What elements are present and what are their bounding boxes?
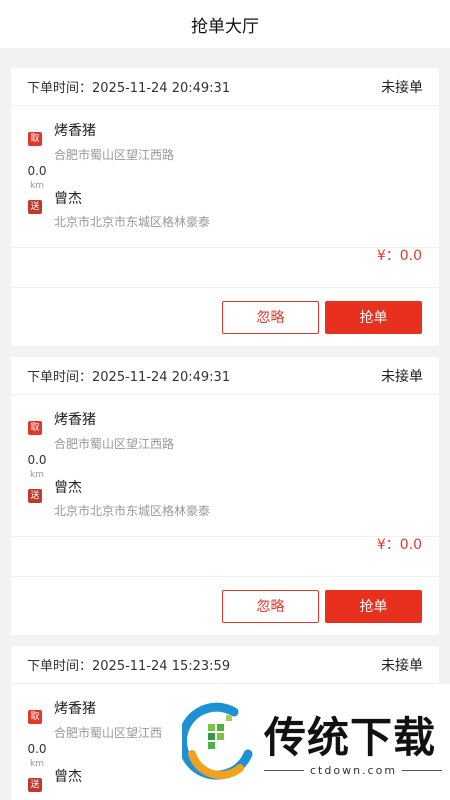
delivery-address: 北京市北京市东城区格林豪泰 (54, 215, 211, 229)
order-header: 下单时间：2025-11-24 15:23:59 未接单 (11, 646, 439, 684)
delivery-name: 曾杰 (54, 191, 82, 207)
page-title: 抢单大厅 (191, 16, 259, 37)
distance-value: 0.0 (27, 164, 47, 178)
pickup-name: 烤香猪 (54, 412, 96, 428)
order-card: 下单时间：2025-11-24 20:49:31 未接单 取 0.0 km 送 … (11, 68, 439, 346)
pickup-tag: 取 (28, 421, 42, 435)
grab-order-button[interactable]: 抢单 (325, 300, 422, 334)
order-route: 取 0.0 km 送 烤香猪 合肥市蜀山区望江西路 曾杰 北京市北京市东城区格林… (11, 106, 439, 248)
watermark-divider (264, 770, 304, 771)
order-header: 下单时间：2025-11-24 20:49:31 未接单 (11, 68, 439, 106)
distance: 0.0 km (25, 449, 49, 480)
distance: 0.0 km (25, 160, 49, 191)
order-status: 未接单 (381, 657, 423, 674)
pickup-tag: 取 (28, 710, 42, 724)
order-time: 下单时间：2025-11-24 20:49:31 (27, 370, 231, 385)
grab-order-button[interactable]: 抢单 (325, 589, 422, 623)
watermark: 传统下载 ctdown.com (168, 684, 450, 800)
order-card: 下单时间：2025-11-24 20:49:31 未接单 取 0.0 km 送 … (11, 357, 439, 635)
brand-logo-icon (182, 702, 253, 780)
distance-value: 0.0 (27, 742, 47, 756)
watermark-divider (402, 770, 442, 771)
pickup-address: 合肥市蜀山区望江西路 (54, 148, 175, 162)
delivery-tag: 送 (28, 778, 42, 792)
order-time: 下单时间：2025-11-24 15:23:59 (27, 659, 231, 674)
delivery-name: 曾杰 (54, 769, 82, 785)
watermark-url: ctdown.com (310, 764, 398, 777)
delivery-tag: 送 (28, 200, 42, 214)
order-status: 未接单 (381, 79, 423, 96)
pickup-tag: 取 (28, 132, 42, 146)
price-row: ¥：0.0 (11, 248, 439, 288)
distance-unit: km (30, 470, 44, 480)
distance-value: 0.0 (27, 453, 47, 467)
pickup-address: 合肥市蜀山区望江西 (54, 726, 163, 740)
distance: 0.0 km (25, 738, 49, 769)
order-actions: 忽略 抢单 (11, 288, 439, 346)
order-time: 下单时间：2025-11-24 20:49:31 (27, 81, 231, 96)
delivery-address: 北京市北京市东城区格林豪泰 (54, 504, 211, 518)
order-actions: 忽略 抢单 (11, 577, 439, 635)
delivery-name: 曾杰 (54, 480, 82, 496)
order-status: 未接单 (381, 368, 423, 385)
order-price: ¥：0.0 (376, 248, 422, 264)
pickup-name: 烤香猪 (54, 701, 96, 717)
distance-unit: km (30, 759, 44, 769)
price-row: ¥：0.0 (11, 537, 439, 577)
pickup-address: 合肥市蜀山区望江西路 (54, 437, 175, 451)
pickup-name: 烤香猪 (54, 123, 96, 139)
order-price: ¥：0.0 (376, 537, 422, 553)
distance-unit: km (30, 181, 44, 191)
watermark-brand: 传统下载 (264, 713, 437, 762)
ignore-button[interactable]: 忽略 (222, 300, 319, 334)
order-header: 下单时间：2025-11-24 20:49:31 未接单 (11, 357, 439, 395)
order-route: 取 0.0 km 送 烤香猪 合肥市蜀山区望江西路 曾杰 北京市北京市东城区格林… (11, 395, 439, 537)
top-bar: 抢单大厅 (0, 0, 450, 48)
ignore-button[interactable]: 忽略 (222, 589, 319, 623)
delivery-tag: 送 (28, 489, 42, 503)
